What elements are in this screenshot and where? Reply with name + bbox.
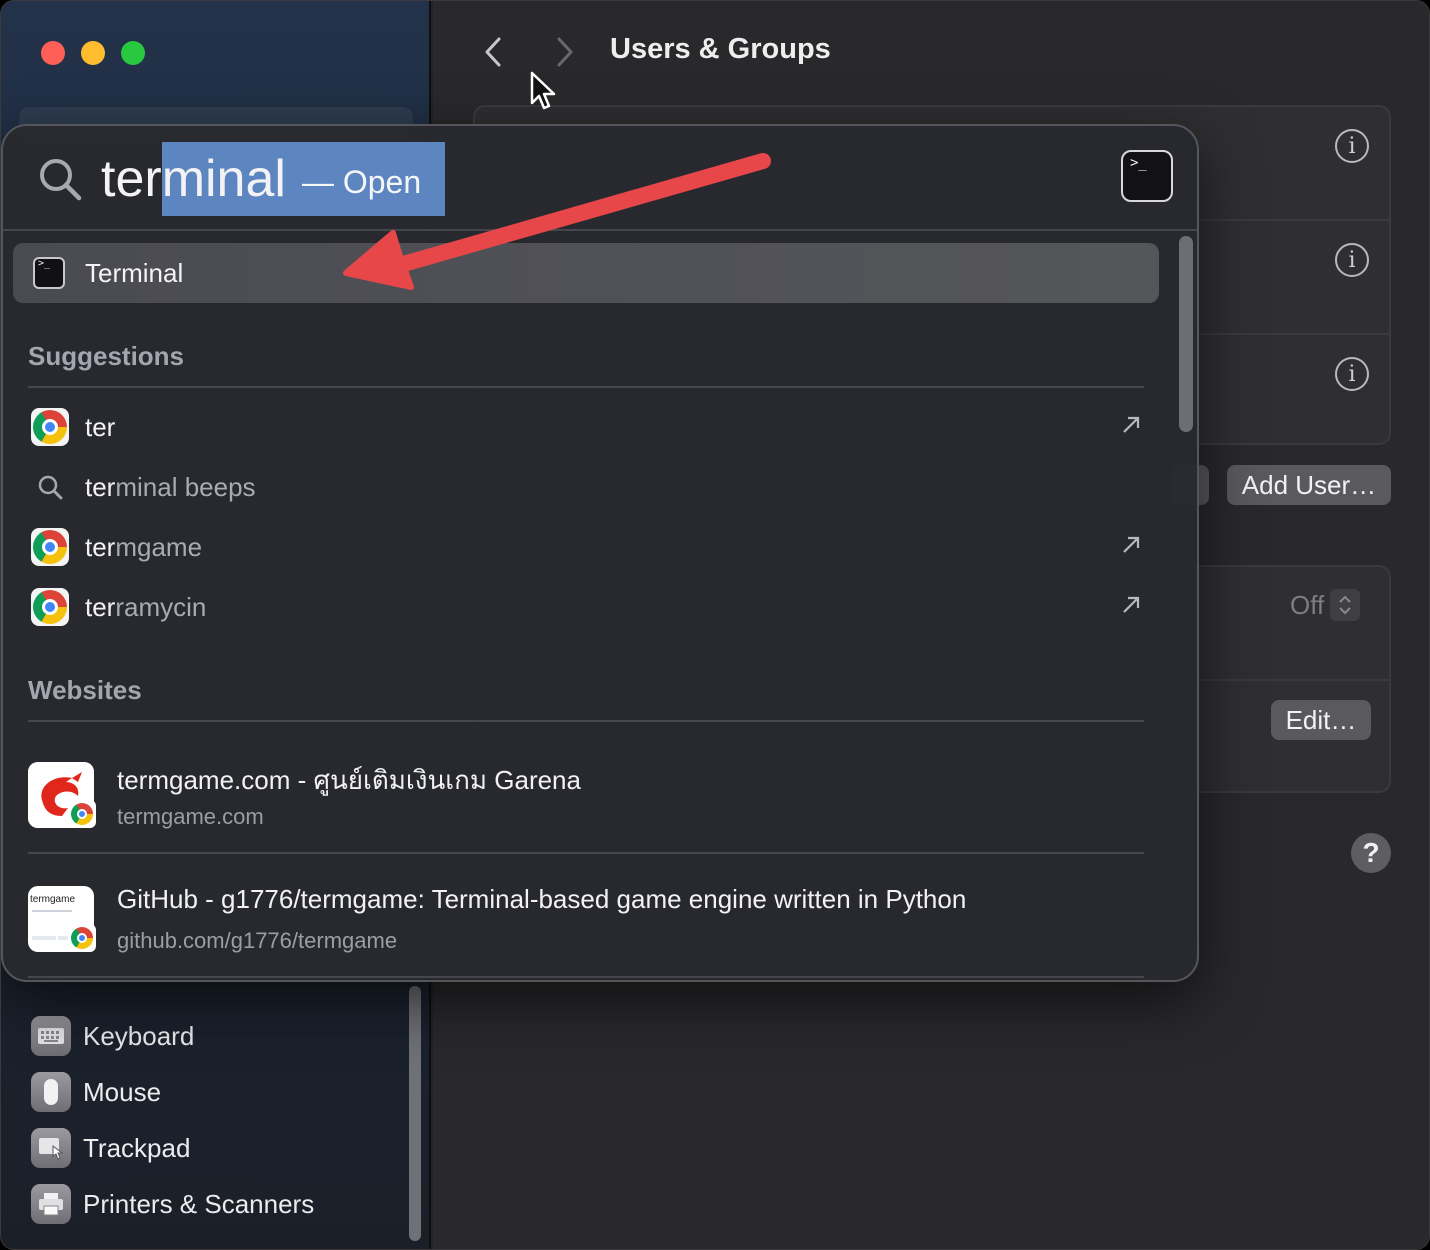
search-icon xyxy=(31,468,69,506)
open-hint: — Open xyxy=(301,163,422,200)
websites-heading: Websites xyxy=(28,675,142,705)
sidebar-item-printers-scanners[interactable]: Printers & Scanners xyxy=(31,1182,314,1226)
suggestion-item[interactable]: terramycin xyxy=(31,585,1147,629)
suggestions-heading: Suggestions xyxy=(28,341,185,371)
select-value: Off xyxy=(1290,589,1325,620)
sidebar-item-label: Mouse xyxy=(83,1076,162,1107)
auto-login-select[interactable]: Off xyxy=(1290,589,1361,621)
printer-icon xyxy=(31,1184,71,1224)
back-button[interactable] xyxy=(479,35,509,69)
search-icon xyxy=(37,156,83,202)
suggestion-item[interactable]: termgame xyxy=(31,525,1147,569)
suggestion-item[interactable]: ter xyxy=(31,405,1147,449)
system-settings-window: Keyboard Mouse Trackpad Printers & Scann… xyxy=(0,0,1430,1250)
edit-button[interactable]: Edit… xyxy=(1271,700,1371,740)
sidebar-scrollbar[interactable] xyxy=(409,986,421,1241)
website-url: github.com/g1776/termgame xyxy=(117,928,398,953)
keyboard-icon xyxy=(31,1016,71,1056)
suggestion-typed: ter xyxy=(85,411,116,442)
sidebar-item-keyboard[interactable]: Keyboard xyxy=(31,1014,194,1058)
chevron-right-icon xyxy=(557,37,573,67)
website-item[interactable]: termgame.com - ศูนย์เติมเงินเกม Garena t… xyxy=(28,754,1144,834)
suggestion-typed: ter xyxy=(85,531,116,562)
sidebar-item-trackpad[interactable]: Trackpad xyxy=(31,1126,190,1170)
sidebar-item-label: Trackpad xyxy=(83,1132,191,1163)
top-hit-terminal[interactable]: >_ Terminal xyxy=(13,243,1159,303)
sidebar-item-mouse[interactable]: Mouse xyxy=(31,1070,161,1114)
spotlight-scrollbar[interactable] xyxy=(1179,236,1193,432)
info-icon[interactable]: i xyxy=(1335,357,1369,391)
suggestion-typed: ter xyxy=(85,591,116,622)
chevron-left-icon xyxy=(485,37,501,67)
terminal-icon: >_ xyxy=(33,257,65,289)
page-title: Users & Groups xyxy=(610,33,831,65)
up-down-stepper-icon xyxy=(1330,589,1361,621)
open-in-browser-arrow-icon xyxy=(1123,536,1140,553)
website-url: termgame.com xyxy=(117,804,264,829)
mouse-pointer-icon xyxy=(530,71,556,110)
zoom-button[interactable] xyxy=(121,41,145,65)
forward-button[interactable] xyxy=(549,35,579,69)
info-icon[interactable]: i xyxy=(1335,129,1369,163)
chrome-icon xyxy=(71,927,93,949)
chrome-icon xyxy=(71,803,93,825)
open-in-browser-arrow-icon xyxy=(1123,596,1140,613)
top-hit-label: Terminal xyxy=(85,257,184,288)
info-icon[interactable]: i xyxy=(1335,243,1369,277)
spotlight-panel: ter minal — Open >_ >_ Terminal Suggesti… xyxy=(1,124,1199,982)
spotlight-search-input[interactable]: ter minal — Open xyxy=(101,142,446,216)
terminal-icon: >_ xyxy=(1121,150,1173,202)
website-title: termgame.com - ศูนย์เติมเงินเกม Garena xyxy=(117,765,581,795)
suggestion-item[interactable]: terminal beeps xyxy=(31,465,1147,509)
sidebar-item-label: Keyboard xyxy=(83,1020,195,1051)
chrome-icon xyxy=(33,590,67,624)
suggestion-typed: ter xyxy=(85,471,116,502)
chrome-icon xyxy=(33,530,67,564)
query-typed-text: ter xyxy=(101,150,162,208)
chrome-icon xyxy=(33,410,67,444)
suggestion-rest: mgame xyxy=(115,531,203,562)
query-completion-text: minal xyxy=(161,150,286,208)
add-user-button[interactable]: Add User… xyxy=(1227,465,1391,505)
minimize-button[interactable] xyxy=(81,41,105,65)
sidebar-item-label: Printers & Scanners xyxy=(83,1188,315,1219)
mouse-icon xyxy=(31,1072,71,1112)
website-title: GitHub - g1776/termgame: Terminal-based … xyxy=(117,884,967,914)
open-in-browser-arrow-icon xyxy=(1123,416,1140,433)
help-button[interactable]: ? xyxy=(1351,833,1391,873)
suggestion-rest: minal beeps xyxy=(115,471,256,502)
close-button[interactable] xyxy=(41,41,65,65)
trackpad-icon xyxy=(31,1128,71,1168)
website-item[interactable]: termgame GitHub - g1776/termgame: Termin… xyxy=(28,878,1144,958)
query-autocomplete-selection: minal — Open xyxy=(161,142,446,216)
suggestion-rest: ramycin xyxy=(115,591,207,622)
